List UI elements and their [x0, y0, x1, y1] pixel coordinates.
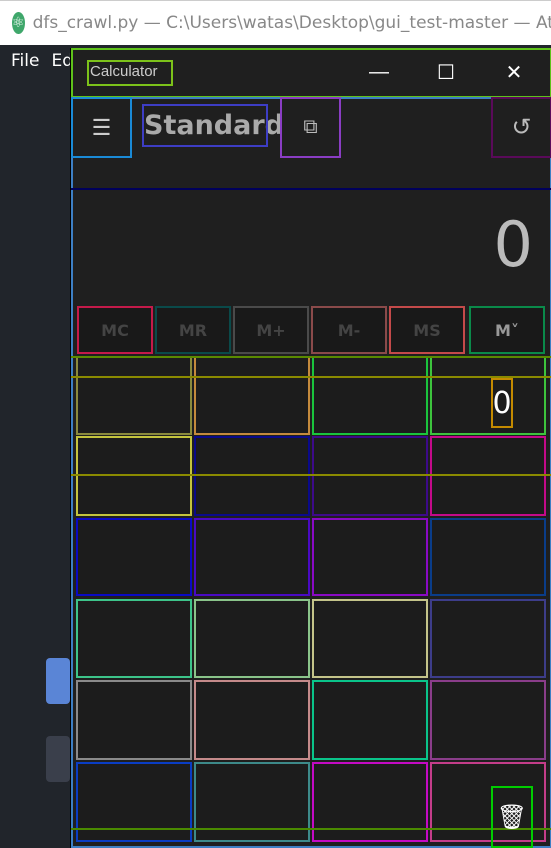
memory-slot-2[interactable]	[194, 356, 310, 435]
memory-slot-9[interactable]	[76, 518, 192, 596]
memory-slot-17[interactable]	[76, 680, 192, 760]
minimize-icon: —	[369, 60, 389, 83]
calculator-window: Calculator — ☐ ✕ ☰ Standard ⧉ ↺ 0 MC MR …	[70, 48, 551, 848]
memory-subtract-button[interactable]: M-	[311, 306, 387, 354]
window-title: dfs_crawl.py — C:\Users\watas\Desktop\gu…	[32, 13, 551, 33]
close-icon: ✕	[505, 61, 523, 84]
history-button[interactable]: ↺	[491, 97, 551, 158]
memory-slot-1[interactable]	[76, 356, 192, 435]
keep-on-top-button[interactable]: ⧉	[280, 97, 341, 158]
memory-slot-20[interactable]	[430, 680, 546, 760]
menu-file[interactable]: File	[11, 51, 39, 71]
memory-slot-4[interactable]	[430, 356, 546, 435]
side-button-primary[interactable]	[46, 658, 70, 704]
memory-add-button[interactable]: M+	[233, 306, 309, 354]
memory-slot-14[interactable]	[194, 599, 310, 678]
memory-slot-3[interactable]	[312, 356, 428, 435]
memory-slot-18[interactable]	[194, 680, 310, 760]
memory-list-button[interactable]: M˅	[469, 306, 545, 354]
memory-slot-5[interactable]	[76, 436, 192, 516]
nav-menu-button[interactable]: ☰	[71, 97, 132, 158]
memory-slot-6[interactable]	[194, 436, 310, 516]
memory-store-button[interactable]: MS	[389, 306, 465, 354]
maximize-icon: ☐	[437, 61, 455, 84]
atom-title-bar: ⚛ dfs_crawl.py — C:\Users\watas\Desktop\…	[0, 0, 551, 45]
memory-slot-7[interactable]	[312, 436, 428, 516]
atom-logo-icon: ⚛	[12, 12, 25, 34]
keep-on-top-icon: ⧉	[303, 116, 318, 138]
side-button-secondary[interactable]	[46, 736, 70, 782]
trash-icon: 🗑	[496, 803, 528, 831]
memory-slot-11[interactable]	[312, 518, 428, 596]
memory-item-value[interactable]: 0	[491, 378, 513, 428]
memory-slot-15[interactable]	[312, 599, 428, 678]
calculator-title: Calculator	[90, 63, 158, 80]
memory-clear-button[interactable]: MC	[77, 306, 153, 354]
memory-slot-8[interactable]	[430, 436, 546, 516]
clear-memory-button[interactable]: 🗑	[491, 786, 533, 848]
atom-menu-bar: File Edit	[0, 45, 84, 75]
memory-slot-16[interactable]	[430, 599, 546, 678]
memory-slot-12[interactable]	[430, 518, 546, 596]
close-button[interactable]: ✕	[481, 48, 547, 96]
mode-title: Standard	[144, 110, 284, 141]
memory-slot-10[interactable]	[194, 518, 310, 596]
memory-slot-19[interactable]	[312, 680, 428, 760]
minimize-button[interactable]: —	[346, 48, 412, 96]
memory-slot-23[interactable]	[312, 762, 428, 842]
maximize-button[interactable]: ☐	[413, 48, 479, 96]
memory-slot-13[interactable]	[76, 599, 192, 678]
result-display: 0	[493, 208, 533, 281]
memory-slot-21[interactable]	[76, 762, 192, 842]
memory-slot-22[interactable]	[194, 762, 310, 842]
history-icon: ↺	[511, 114, 532, 141]
memory-recall-button[interactable]: MR	[155, 306, 231, 354]
hamburger-icon: ☰	[91, 114, 112, 140]
